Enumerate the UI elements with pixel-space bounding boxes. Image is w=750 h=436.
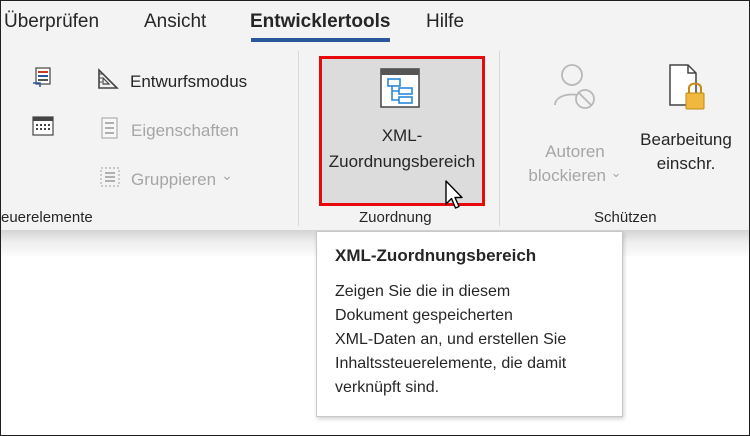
tab-hilfe[interactable]: Hilfe	[426, 11, 464, 33]
xml-mapping-pane-icon	[379, 67, 421, 114]
xml-mapping-pane-label: XML- Zuordnungsbereich	[322, 123, 482, 175]
restrict-editing-line2: einschr.	[656, 154, 716, 173]
tab-ueberpruefen[interactable]: Überprüfen	[4, 11, 99, 33]
block-authors-line1: Autoren	[545, 142, 605, 161]
design-mode-button[interactable]: Entwurfsmodus	[96, 67, 247, 96]
tooltip-body: Zeigen Sie die in diesem Dokument gespei…	[335, 280, 615, 400]
group-label-zuordnung: Zuordnung	[359, 209, 432, 226]
active-tab-indicator	[251, 38, 390, 42]
ribbon-tabs: Überprüfen Ansicht Entwicklertools Hilfe	[1, 1, 749, 45]
tooltip-line: verknüpft sind.	[335, 379, 440, 396]
restrict-editing-line1: Bearbeitung	[640, 130, 732, 149]
tooltip-line: Dokument gespeicherten	[335, 307, 513, 324]
group-button[interactable]: Gruppieren ⌄	[99, 165, 233, 194]
properties-button[interactable]: Eigenschaften	[99, 116, 239, 145]
tooltip-title: XML-Zuordnungsbereich	[335, 246, 537, 265]
block-authors-icon	[552, 61, 598, 120]
group-icon	[99, 165, 121, 194]
tab-ansicht[interactable]: Ansicht	[144, 11, 206, 33]
design-mode-label: Entwurfsmodus	[130, 71, 248, 91]
tab-entwicklertools[interactable]: Entwicklertools	[250, 11, 390, 33]
properties-label: Eigenschaften	[131, 120, 239, 140]
restrict-editing-icon	[666, 63, 706, 118]
group-separator	[499, 51, 500, 226]
design-mode-icon	[96, 67, 122, 96]
block-authors-chevron-icon: ⌄	[610, 165, 622, 180]
tooltip: XML-Zuordnungsbereich Zeigen Sie die in …	[316, 231, 623, 417]
restrict-editing-button[interactable]: Bearbeitung einschr.	[633, 63, 739, 176]
mouse-cursor-icon	[444, 180, 464, 215]
group-chevron-icon: ⌄	[221, 167, 233, 183]
tooltip-line: Zeigen Sie die in diesem	[335, 283, 511, 300]
xml-label-line2: Zuordnungsbereich	[328, 152, 476, 171]
tooltip-line: Inhaltssteuerelemente, die damit	[335, 355, 567, 372]
group-separator	[298, 51, 299, 226]
properties-icon	[99, 116, 121, 145]
group-label-steuerelemente: euerelemente	[1, 209, 93, 226]
date-picker-icon[interactable]	[31, 114, 55, 143]
ribbon: Überprüfen Ansicht Entwicklertools Hilfe	[1, 1, 749, 230]
block-authors-button[interactable]: Autoren blockieren ⌄	[521, 61, 629, 189]
group-label-schuetzen: Schützen	[594, 209, 657, 226]
group-label: Gruppieren	[131, 169, 217, 189]
legacy-tools-icon[interactable]	[31, 66, 55, 95]
xml-label-line1: XML-	[381, 126, 423, 145]
tooltip-line: XML-Daten an, und erstellen Sie	[335, 331, 567, 348]
block-authors-line2: blockieren	[528, 166, 606, 185]
